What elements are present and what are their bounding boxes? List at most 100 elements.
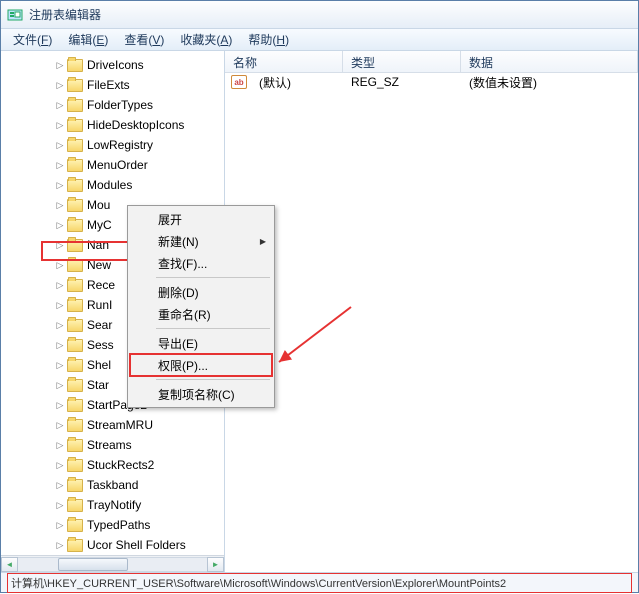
expand-icon[interactable]: ▷ bbox=[55, 340, 65, 350]
expand-icon[interactable]: ▷ bbox=[55, 120, 65, 130]
tree-item-fileexts[interactable]: ▷FileExts bbox=[1, 75, 224, 95]
tree-item-traynotify[interactable]: ▷ TrayNotify bbox=[1, 495, 224, 515]
expand-icon[interactable]: ▷ bbox=[55, 320, 65, 330]
tree-item-lowregistry[interactable]: ▷ LowRegistry bbox=[1, 135, 224, 155]
tree-item-label: Ucor Shell Folders bbox=[87, 538, 186, 552]
expand-icon[interactable]: ▷ bbox=[55, 380, 65, 390]
menu-separator bbox=[156, 328, 270, 329]
tree-item-label: Shel bbox=[87, 358, 111, 372]
tree-item-label: LowRegistry bbox=[87, 138, 153, 152]
expand-icon[interactable]: ▷ bbox=[55, 400, 65, 410]
cell-type: REG_SZ bbox=[343, 75, 461, 89]
tree-item-driveicons[interactable]: ▷ DriveIcons bbox=[1, 55, 224, 75]
expand-icon[interactable]: ▷ bbox=[55, 420, 65, 430]
expand-icon[interactable]: ▷ bbox=[55, 260, 65, 270]
tree-item-label: Rece bbox=[87, 278, 115, 292]
folder-icon bbox=[67, 379, 83, 392]
app-icon bbox=[7, 7, 23, 23]
list-header[interactable]: 名称 类型 数据 bbox=[225, 51, 638, 73]
col-data[interactable]: 数据 bbox=[461, 51, 638, 72]
list-pane: 名称 类型 数据 ab(默认)REG_SZ(数值未设置) bbox=[225, 51, 638, 572]
tree-item-typedpaths[interactable]: ▷ TypedPaths bbox=[1, 515, 224, 535]
expand-icon[interactable]: ▷ bbox=[55, 180, 65, 190]
ctx-删除d[interactable]: 删除(D) bbox=[130, 281, 272, 303]
folder-icon bbox=[67, 279, 83, 292]
expand-icon[interactable]: ▷ bbox=[55, 460, 65, 470]
expand-icon[interactable]: ▷ bbox=[55, 220, 65, 230]
list-body[interactable]: ab(默认)REG_SZ(数值未设置) bbox=[225, 73, 638, 91]
tree-item-stuckrects2[interactable]: ▷ StuckRects2 bbox=[1, 455, 224, 475]
tree-item-hidedesktopicons[interactable]: ▷ HideDesktopIcons bbox=[1, 115, 224, 135]
expand-icon[interactable]: ▷ bbox=[55, 300, 65, 310]
tree-item-label: HideDesktopIcons bbox=[87, 118, 184, 132]
expand-icon[interactable]: ▷ bbox=[55, 280, 65, 290]
folder-icon bbox=[67, 539, 83, 552]
expand-icon[interactable]: ▷ bbox=[55, 500, 65, 510]
folder-icon bbox=[67, 159, 83, 172]
ctx-重命名r[interactable]: 重命名(R) bbox=[130, 303, 272, 325]
expand-icon[interactable]: ▷ bbox=[55, 60, 65, 70]
folder-icon bbox=[67, 139, 83, 152]
tree-item-modules[interactable]: ▷Modules bbox=[1, 175, 224, 195]
tree-item-foldertypes[interactable]: ▷ FolderTypes bbox=[1, 95, 224, 115]
ctx-导出e[interactable]: 导出(E) bbox=[130, 332, 272, 354]
tree-item-label: FolderTypes bbox=[87, 98, 153, 112]
menu-h[interactable]: 帮助(H) bbox=[240, 29, 297, 50]
context-menu: 展开新建(N)查找(F)... 删除(D)重命名(R) 导出(E)权限(P)... 复… bbox=[127, 205, 275, 408]
tree-item-menuorder[interactable]: ▷MenuOrder bbox=[1, 155, 224, 175]
folder-icon bbox=[67, 339, 83, 352]
scroll-left-button[interactable]: ◄ bbox=[1, 557, 18, 572]
folder-icon bbox=[67, 199, 83, 212]
tree-hscrollbar[interactable]: ◄ ► bbox=[1, 555, 224, 572]
expand-icon[interactable]: ▷ bbox=[55, 480, 65, 490]
expand-icon[interactable]: ▷ bbox=[55, 520, 65, 530]
ctx-复制项名称c[interactable]: 复制项名称(C) bbox=[130, 383, 272, 405]
expand-icon[interactable]: ▷ bbox=[55, 540, 65, 550]
expand-icon[interactable]: ▷ bbox=[55, 80, 65, 90]
tree-item-label: TypedPaths bbox=[87, 518, 150, 532]
tree-item-label: New bbox=[87, 258, 111, 272]
expand-icon[interactable]: ▷ bbox=[55, 140, 65, 150]
col-name[interactable]: 名称 bbox=[225, 51, 343, 72]
expand-icon[interactable]: ▷ bbox=[55, 160, 65, 170]
menu-a[interactable]: 收藏夹(A) bbox=[172, 29, 240, 50]
col-type[interactable]: 类型 bbox=[343, 51, 461, 72]
expand-icon[interactable]: ▷ bbox=[55, 100, 65, 110]
scroll-right-button[interactable]: ► bbox=[207, 557, 224, 572]
menu-e[interactable]: 编辑(E) bbox=[60, 29, 116, 50]
tree-item-label: MyC bbox=[87, 218, 112, 232]
scroll-thumb[interactable] bbox=[58, 558, 128, 571]
tree-item-label: DriveIcons bbox=[87, 58, 144, 72]
ctx-新建n[interactable]: 新建(N) bbox=[130, 230, 272, 252]
window-title: 注册表编辑器 bbox=[29, 6, 101, 23]
ctx-权限p[interactable]: 权限(P)... bbox=[130, 354, 272, 376]
menu-separator bbox=[156, 379, 270, 380]
tree-item-label: Mou bbox=[87, 198, 110, 212]
ctx-查找f[interactable]: 查找(F)... bbox=[130, 252, 272, 274]
tree-item-label: StuckRects2 bbox=[87, 458, 154, 472]
expand-icon[interactable]: ▷ bbox=[55, 360, 65, 370]
tree-item-taskband[interactable]: ▷Taskband bbox=[1, 475, 224, 495]
folder-icon bbox=[67, 259, 83, 272]
expand-icon[interactable]: ▷ bbox=[55, 200, 65, 210]
folder-icon bbox=[67, 419, 83, 432]
list-row[interactable]: ab(默认)REG_SZ(数值未设置) bbox=[225, 73, 638, 91]
folder-icon bbox=[67, 459, 83, 472]
menu-f[interactable]: 文件(F) bbox=[5, 29, 60, 50]
expand-icon[interactable]: ▷ bbox=[55, 440, 65, 450]
folder-icon bbox=[67, 319, 83, 332]
tree-item-streams[interactable]: ▷Streams bbox=[1, 435, 224, 455]
folder-icon bbox=[67, 499, 83, 512]
tree-item-label: TrayNotify bbox=[87, 498, 141, 512]
expand-icon[interactable]: ▷ bbox=[55, 240, 65, 250]
tree-item-label: Nan bbox=[87, 238, 109, 252]
tree-item-streammru[interactable]: ▷StreamMRU bbox=[1, 415, 224, 435]
folder-icon bbox=[67, 239, 83, 252]
titlebar[interactable]: 注册表编辑器 bbox=[1, 1, 638, 29]
tree-item-label: Sear bbox=[87, 318, 112, 332]
ctx-展开[interactable]: 展开 bbox=[130, 208, 272, 230]
menu-v[interactable]: 查看(V) bbox=[116, 29, 172, 50]
folder-icon bbox=[67, 479, 83, 492]
tree-item-user shell folders[interactable]: ▷ Ucor Shell Folders bbox=[1, 535, 224, 555]
scroll-track[interactable] bbox=[18, 557, 207, 572]
